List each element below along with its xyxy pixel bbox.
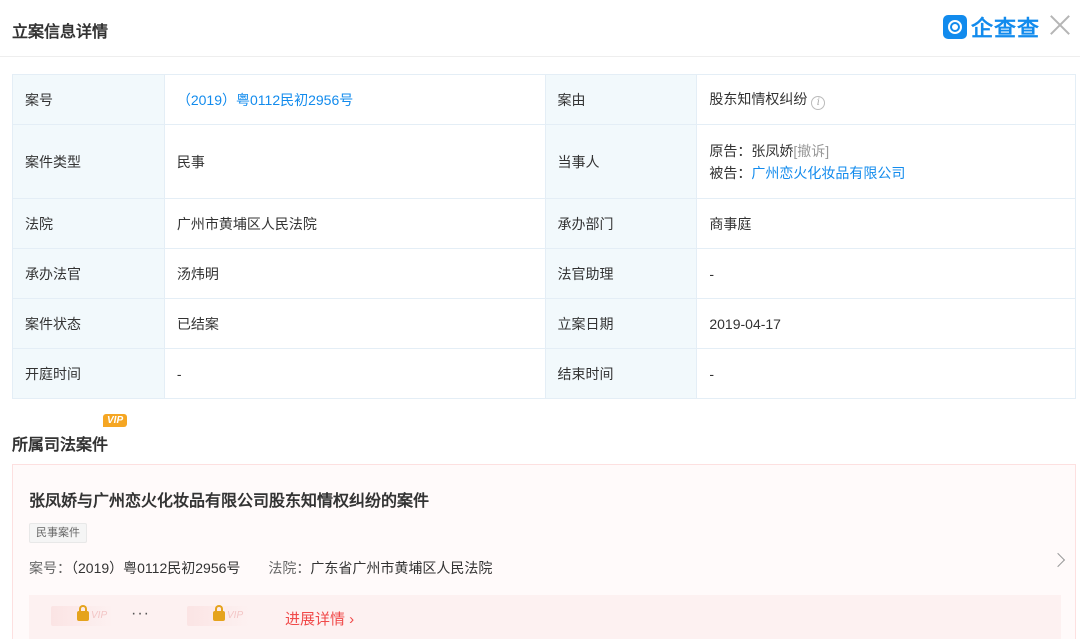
locked-progress-item[interactable]: VIP — [51, 605, 113, 626]
case-info-table: 案号 （2019）粤0112民初2956号 案由 股东知情权纠纷 i 案件类型 民… — [12, 74, 1076, 399]
lock-vip-watermark: VIP — [91, 610, 108, 621]
info-icon[interactable]: i — [811, 96, 826, 110]
case-type-value: 民事 — [163, 124, 546, 199]
qichacha-logo-icon — [942, 15, 967, 39]
page-title: 立案信息详情 — [12, 24, 109, 41]
case-no-label: 案号 — [12, 74, 165, 125]
brand-name: 企查查 — [970, 16, 1040, 41]
status-value: 已结案 — [163, 298, 546, 349]
assistant-value: - — [696, 248, 1076, 299]
header: 立案信息详情 企查查 — [0, 0, 1080, 57]
close-icon[interactable] — [1048, 12, 1072, 36]
end-time-label: 结束时间 — [544, 348, 698, 399]
plaintiff-line: 原告：张凤娇[撤诉] — [709, 140, 1063, 162]
case-card-meta: 案号：（2019）粤0112民初2956号 法院：广东省广州市黄埔区人民法院 — [29, 558, 492, 578]
case-card-no: （2019）粤0112民初2956号 — [71, 560, 241, 576]
cause-value: 股东知情权纠纷 — [709, 91, 808, 107]
status-label: 案件状态 — [12, 298, 165, 349]
cause-label: 案由 — [544, 74, 698, 125]
vip-badge: VIP — [103, 414, 128, 427]
withdrawn-tag: [撤诉] — [793, 142, 830, 159]
defendant-link[interactable]: 广州恋火化妆品有限公司 — [751, 165, 905, 181]
department-label: 承办部门 — [544, 198, 698, 249]
table-row: 法院 广州市黄埔区人民法院 承办部门 商事庭 — [12, 198, 1076, 249]
court-label: 法院 — [12, 198, 165, 249]
filing-date-value: 2019-04-17 — [696, 298, 1076, 349]
case-card-court-key: 法院： — [268, 560, 311, 576]
table-row: 案件状态 已结案 立案日期 2019-04-17 — [12, 298, 1076, 349]
case-type-tag: 民事案件 — [29, 523, 87, 543]
hearing-time-label: 开庭时间 — [12, 348, 165, 399]
brand: 企查查 — [942, 11, 1040, 43]
case-card-court: 广东省广州市黄埔区人民法院 — [310, 560, 493, 576]
plaintiff-prefix: 原告： — [709, 142, 752, 159]
table-row: 开庭时间 - 结束时间 - — [12, 348, 1076, 399]
judge-value: 汤炜明 — [163, 248, 546, 299]
case-card-title[interactable]: 张凤娇与广州恋火化妆品有限公司股东知情权纠纷的案件 — [29, 487, 429, 511]
progress-detail-link[interactable]: 进展详情 › — [285, 608, 354, 629]
assistant-label: 法官助理 — [544, 248, 698, 299]
locked-progress-item[interactable]: VIP — [187, 605, 249, 626]
table-row: 案号 （2019）粤0112民初2956号 案由 股东知情权纠纷 i — [12, 74, 1076, 125]
chevron-right-icon[interactable] — [1050, 552, 1066, 568]
table-row: 案件类型 民事 当事人 原告：张凤娇[撤诉] 被告：广州恋火化妆品有限公司 — [12, 124, 1076, 199]
lock-vip-watermark: VIP — [227, 610, 244, 621]
party-cell: 原告：张凤娇[撤诉] 被告：广州恋火化妆品有限公司 — [696, 124, 1076, 199]
case-no-cell: （2019）粤0112民初2956号 — [163, 74, 546, 125]
judge-label: 承办法官 — [12, 248, 165, 299]
lock-icon — [213, 605, 225, 621]
case-type-label: 案件类型 — [12, 124, 165, 199]
defendant-line: 被告：广州恋火化妆品有限公司 — [709, 162, 1063, 184]
ellipsis-icon: ··· — [131, 605, 150, 622]
case-no-link[interactable]: （2019）粤0112民初2956号 — [177, 92, 353, 108]
lock-icon — [77, 605, 89, 621]
court-value: 广州市黄埔区人民法院 — [163, 198, 546, 249]
cause-cell: 股东知情权纠纷 i — [696, 74, 1076, 125]
case-card-no-key: 案号： — [29, 560, 71, 576]
plaintiff-name: 张凤娇 — [751, 142, 794, 159]
section-title: 所属司法案件 — [12, 437, 109, 454]
filing-date-label: 立案日期 — [544, 298, 698, 349]
hearing-time-value: - — [163, 348, 546, 399]
related-case-card[interactable]: 张凤娇与广州恋火化妆品有限公司股东知情权纠纷的案件 民事案件 案号：（2019）… — [12, 464, 1076, 639]
end-time-value: - — [696, 348, 1076, 399]
progress-row: VIP ··· VIP 进展详情 › — [29, 595, 1061, 639]
party-label: 当事人 — [544, 124, 698, 199]
department-value: 商事庭 — [696, 198, 1076, 249]
table-row: 承办法官 汤炜明 法官助理 - — [12, 248, 1076, 299]
defendant-prefix: 被告： — [709, 164, 752, 181]
